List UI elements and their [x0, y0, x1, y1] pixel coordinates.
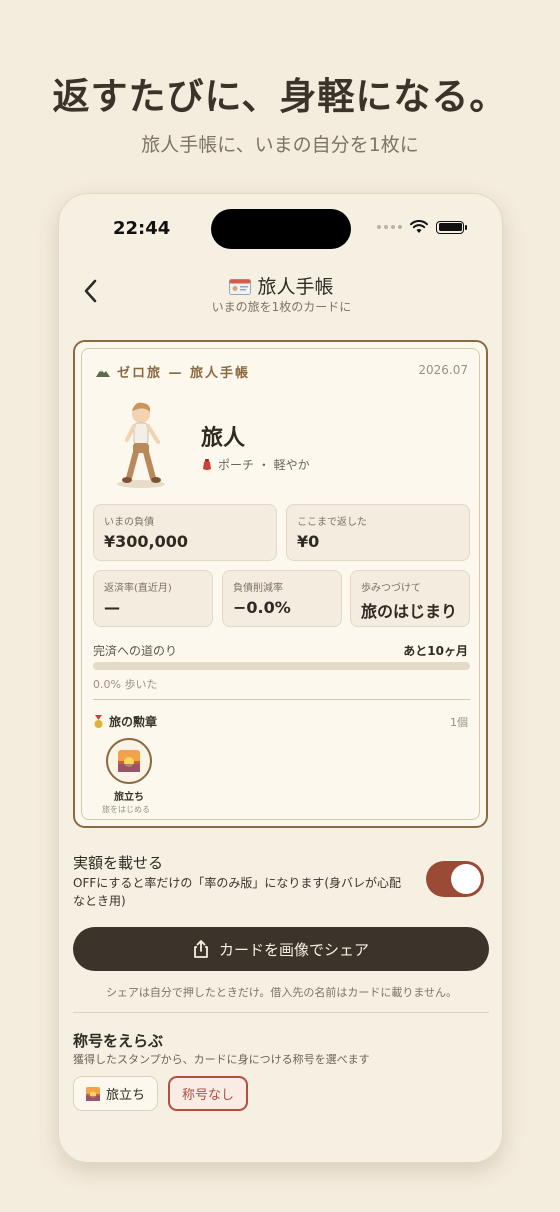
stat-label: 負債削減率: [233, 583, 283, 594]
pouch-icon: [203, 459, 211, 470]
battery-icon: [436, 220, 467, 234]
progress-label: 完済への道のり: [93, 644, 178, 658]
medals-count: 1個: [450, 716, 468, 729]
page-title-text: 旅人手帳: [257, 276, 334, 298]
stat-value: ¥0: [297, 532, 320, 551]
title-select-heading: 称号をえらぶ: [73, 1032, 164, 1050]
stat-label: 返済率(直近月): [104, 583, 172, 594]
stat-streak: 歩みつづけて 旅のはじまり: [350, 570, 470, 627]
status-icons: [377, 220, 467, 234]
progress-remaining: あと10ヶ月: [403, 644, 468, 658]
stat-value: ¥300,000: [104, 532, 189, 551]
traveler-card: ゼロ旅 — 旅人手帳 2026.07 旅人 ポーチ ・ 軽やか いまの負債 ¥3…: [73, 340, 488, 828]
title-select-description: 獲得したスタンプから、カードに身につける称号を選べます: [73, 1053, 370, 1066]
medal-icon: [94, 714, 103, 728]
medals-title: 旅の勲章: [93, 713, 157, 730]
stat-label: いまの負債: [104, 517, 154, 528]
traveler-illustration: [117, 402, 165, 488]
dynamic-island: [211, 209, 351, 249]
stat-debt-reduction: 負債削減率 −0.0%: [222, 570, 342, 627]
sunrise-icon: [86, 1086, 100, 1101]
medal-name: 旅立ち: [114, 792, 144, 803]
progress-caption: 0.0% 歩いた: [93, 678, 158, 691]
stat-value: —: [104, 598, 120, 617]
wifi-icon: [410, 220, 428, 233]
hero-item-text: ポーチ ・ 軽やか: [218, 458, 310, 472]
hero-name: 旅人: [201, 426, 246, 451]
toggle-knob: [451, 864, 481, 894]
promo-subline: 旅人手帳に、いまの自分を1枚に: [141, 134, 419, 156]
title-option-departure[interactable]: 旅立ち: [73, 1076, 159, 1111]
toggle-title: 実額を載せる: [73, 854, 164, 872]
phone-screen: 22:44 旅人手帳 いまの旅を1枚のカードに ゼロ旅 — 旅人手帳 2026.…: [58, 193, 503, 1163]
stat-repaid: ここまで返した ¥0: [286, 504, 470, 561]
page-title: 旅人手帳: [59, 272, 502, 299]
title-option-label: 称号なし: [182, 1088, 235, 1103]
mountain-icon: [96, 368, 110, 377]
card-brand: ゼロ旅 — 旅人手帳: [95, 362, 250, 381]
medal-subtitle: 旅をはじめる: [102, 805, 150, 814]
medal-badge: [106, 738, 152, 784]
medal-departure[interactable]: 旅立ち 旅をはじめる: [102, 738, 155, 815]
share-note: シェアは自分で押したときだけ。借入先の名前はカードに載りません。: [105, 986, 458, 999]
sunrise-icon: [118, 750, 140, 772]
stat-label: 歩みつづけて: [361, 583, 421, 594]
title-option-label: 旅立ち: [106, 1088, 146, 1103]
stat-value: −0.0%: [233, 598, 291, 617]
medals-title-text: 旅の勲章: [109, 715, 158, 729]
signal-icon: [377, 225, 402, 229]
stat-label: ここまで返した: [297, 517, 367, 528]
stat-repay-rate: 返済率(直近月) —: [93, 570, 213, 627]
hero-item: ポーチ ・ 軽やか: [201, 456, 310, 473]
divider: [73, 1012, 489, 1013]
share-card-button[interactable]: カードを画像でシェア: [73, 927, 489, 971]
card-brand-text: ゼロ旅 — 旅人手帳: [117, 366, 251, 381]
promo-headline: 返すたびに、身軽になる。: [52, 74, 508, 118]
title-option-none[interactable]: 称号なし: [168, 1076, 249, 1111]
card-date: 2026.07: [418, 363, 468, 377]
progress-bar: [93, 662, 470, 670]
stat-current-debt: いまの負債 ¥300,000: [93, 504, 277, 561]
share-icon: [194, 940, 208, 958]
toggle-description: OFFにすると率だけの「率のみ版」になります(身バレが心配なとき用): [73, 876, 402, 908]
id-card-icon: [229, 279, 252, 295]
status-time: 22:44: [113, 218, 171, 239]
page-subtitle: いまの旅を1枚のカードに: [211, 300, 352, 314]
share-button-label: カードを画像でシェア: [218, 940, 369, 959]
stat-value: 旅のはじまり: [361, 602, 458, 621]
show-amount-toggle[interactable]: [426, 861, 484, 897]
divider: [93, 699, 470, 700]
